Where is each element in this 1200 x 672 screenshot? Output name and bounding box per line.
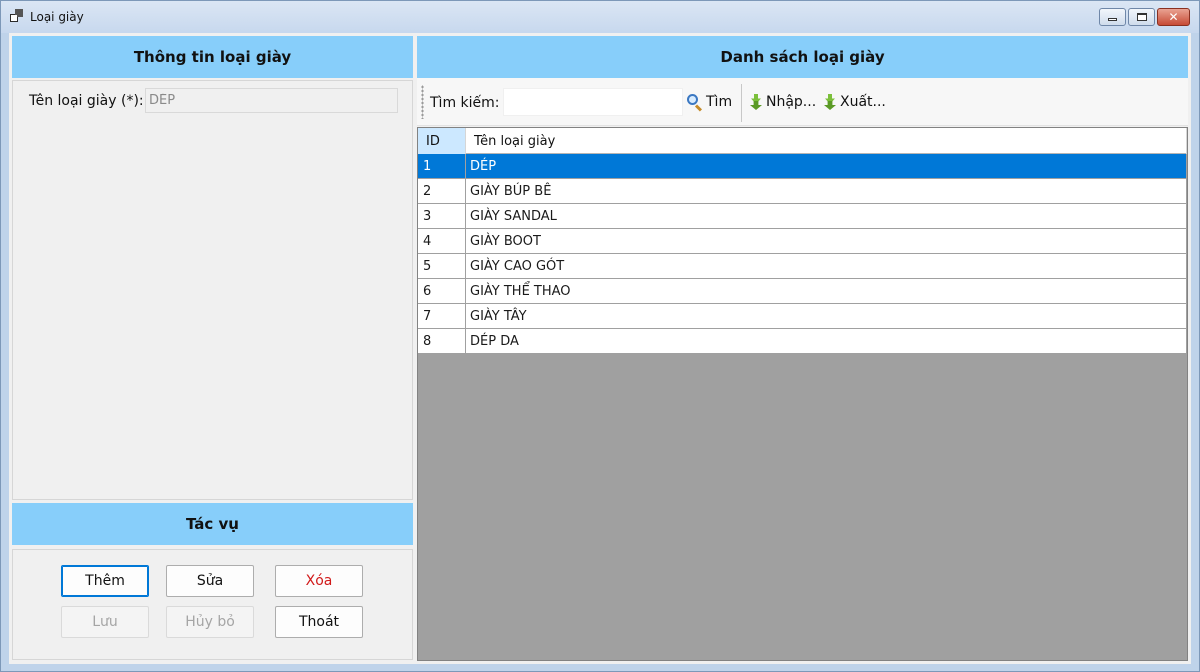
exit-button[interactable]: Thoát [275, 606, 363, 638]
export-button-label: Xuất... [840, 94, 886, 110]
download-arrow-icon [823, 94, 837, 110]
edit-button[interactable]: Sửa [166, 565, 254, 597]
cell-name[interactable]: GIÀY TÂY [466, 304, 1187, 328]
table-row[interactable]: 4 GIÀY BOOT [418, 229, 1187, 254]
search-input[interactable] [503, 88, 683, 116]
actions-panel-header: Tác vụ [12, 503, 413, 545]
download-arrow-icon [749, 94, 763, 110]
table-row[interactable]: 2 GIÀY BÚP BÊ [418, 179, 1187, 204]
cell-name[interactable]: DÉP DA [466, 329, 1187, 353]
search-label: Tìm kiếm: [430, 95, 500, 111]
app-window-icon [10, 9, 24, 23]
cell-name[interactable]: GIÀY SANDAL [466, 204, 1187, 228]
table-row[interactable]: 6 GIÀY THỂ THAO [418, 279, 1187, 304]
import-button-label: Nhập... [766, 94, 817, 110]
search-button[interactable]: Tìm [687, 91, 732, 113]
window-title: Loại giày [30, 10, 84, 24]
minimize-icon [1108, 18, 1117, 21]
table-row[interactable]: 7 GIÀY TÂY [418, 304, 1187, 329]
window-frame: Loại giày ✕ Thông tin loại giày Tên loại… [0, 0, 1200, 672]
cell-id[interactable]: 7 [418, 304, 466, 328]
cell-name[interactable]: GIÀY THỂ THAO [466, 279, 1187, 303]
cell-id[interactable]: 6 [418, 279, 466, 303]
title-bar[interactable]: Loại giày ✕ [1, 1, 1199, 33]
column-header-name[interactable]: Tên loại giày [466, 128, 1187, 154]
add-button[interactable]: Thêm [61, 565, 149, 597]
grid-rows: 1 DÉP 2 GIÀY BÚP BÊ 3 GIÀY SANDAL 4 GIÀY BOOT 5 G… [418, 154, 1187, 354]
info-panel: Tên loại giày (*): [12, 80, 413, 500]
cell-name[interactable]: GIÀY CAO GÓT [466, 254, 1187, 278]
table-row[interactable]: 8 DÉP DA [418, 329, 1187, 354]
cell-id[interactable]: 2 [418, 179, 466, 203]
actions-panel: Thêm Sửa Xóa Lưu Hủy bỏ Thoát [12, 549, 413, 660]
table-row[interactable]: 3 GIÀY SANDAL [418, 204, 1187, 229]
close-icon: ✕ [1168, 10, 1179, 24]
maximize-button[interactable] [1128, 8, 1155, 26]
table-row[interactable]: 5 GIÀY CAO GÓT [418, 254, 1187, 279]
delete-button[interactable]: Xóa [275, 565, 363, 597]
cell-id[interactable]: 3 [418, 204, 466, 228]
import-button[interactable]: Nhập... [749, 91, 816, 113]
grid-header: ID Tên loại giày [418, 128, 1187, 154]
name-field[interactable] [145, 88, 398, 113]
minimize-button[interactable] [1099, 8, 1126, 26]
cell-id[interactable]: 1 [418, 154, 466, 178]
table-row[interactable]: 1 DÉP [418, 154, 1187, 179]
cell-name[interactable]: GIÀY BOOT [466, 229, 1187, 253]
cell-id[interactable]: 4 [418, 229, 466, 253]
list-panel-header: Danh sách loại giày [417, 36, 1188, 78]
cancel-button[interactable]: Hủy bỏ [166, 606, 254, 638]
search-button-label: Tìm [706, 94, 733, 110]
close-button[interactable]: ✕ [1157, 8, 1190, 26]
column-header-id[interactable]: ID [418, 128, 466, 154]
maximize-icon [1136, 13, 1147, 21]
toolbar-grip[interactable] [421, 85, 424, 119]
info-panel-header: Thông tin loại giày [12, 36, 413, 78]
name-label: Tên loại giày (*): [29, 93, 144, 109]
toolbar-separator [741, 84, 742, 122]
export-button[interactable]: Xuất... [823, 91, 886, 113]
toolbar: Tìm kiếm: Tìm Nhập... Xuất... [417, 78, 1188, 126]
save-button[interactable]: Lưu [61, 606, 149, 638]
cell-id[interactable]: 5 [418, 254, 466, 278]
cell-name[interactable]: GIÀY BÚP BÊ [466, 179, 1187, 203]
cell-id[interactable]: 8 [418, 329, 466, 353]
data-grid[interactable]: ID Tên loại giày 1 DÉP 2 GIÀY BÚP BÊ 3 GIÀY S… [417, 127, 1188, 661]
cell-name[interactable]: DÉP [466, 154, 1187, 178]
client-area: Thông tin loại giày Tên loại giày (*): T… [9, 33, 1191, 664]
magnifier-icon [687, 94, 703, 112]
